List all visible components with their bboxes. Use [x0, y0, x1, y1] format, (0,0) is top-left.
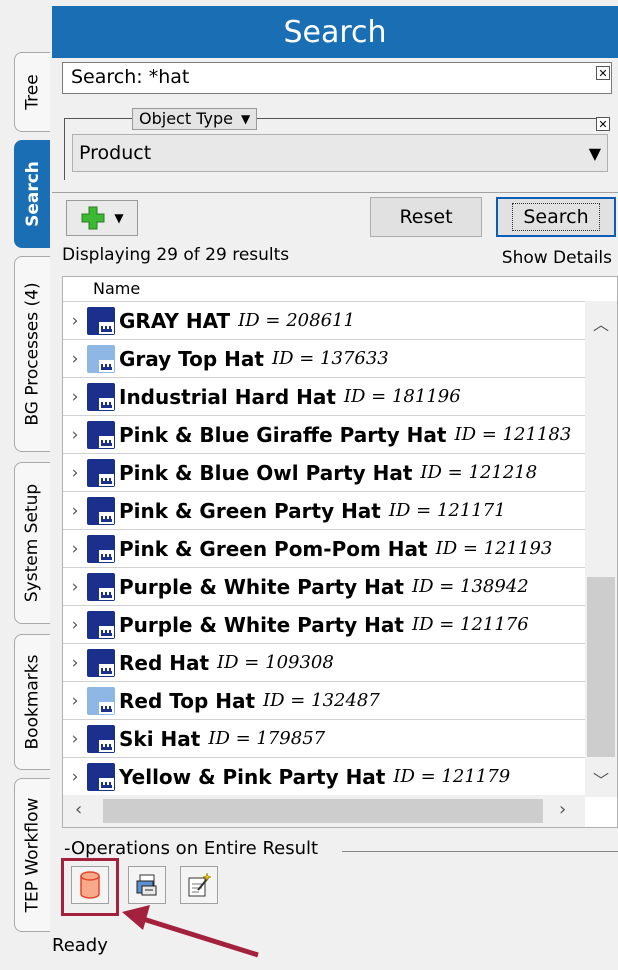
- annotation-arrow: [122, 905, 259, 958]
- status-bar-text: Ready: [52, 935, 108, 956]
